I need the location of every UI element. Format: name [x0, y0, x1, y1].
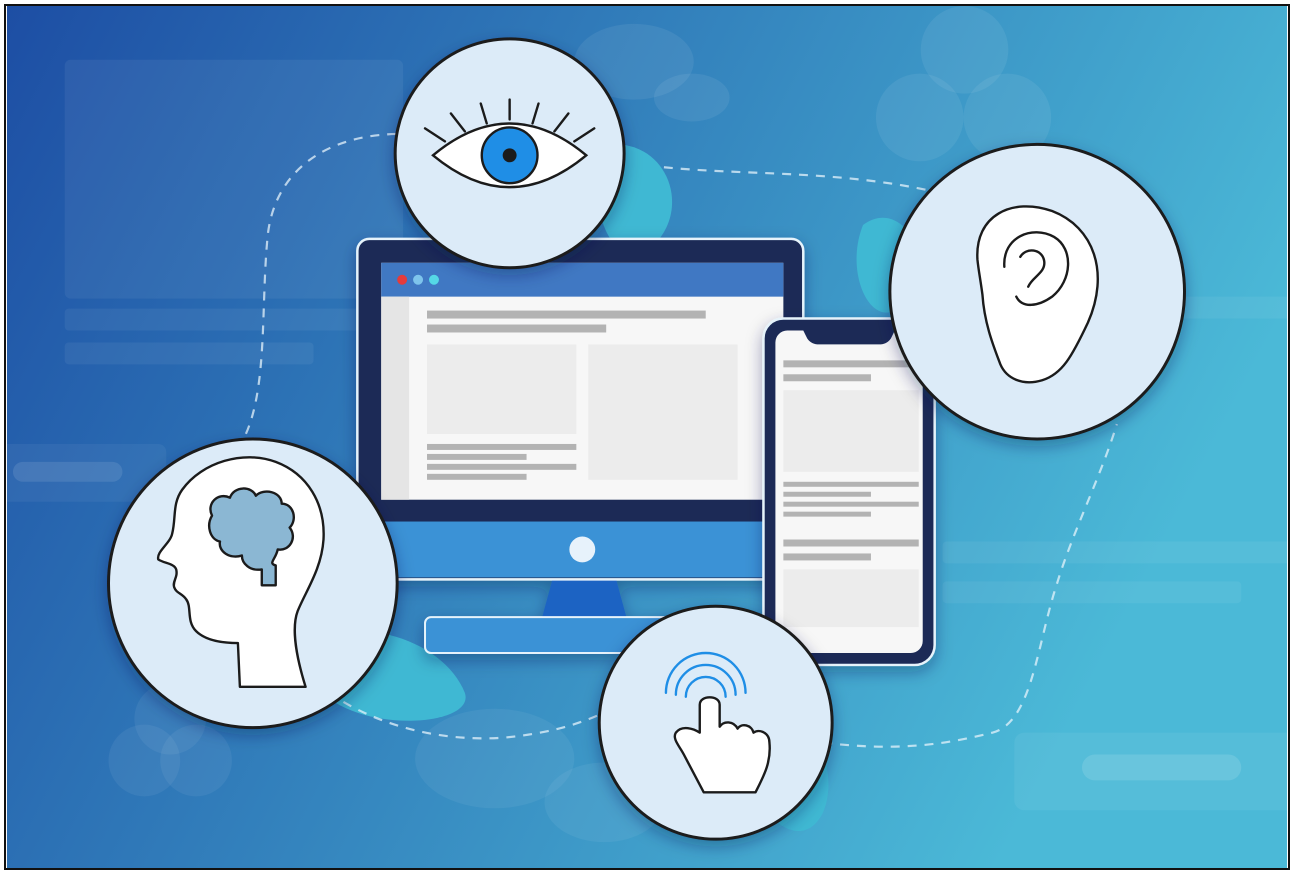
- smartphone: [762, 317, 936, 667]
- text-line: [783, 360, 919, 368]
- image-placeholder: [783, 569, 919, 628]
- text-line: [427, 310, 706, 319]
- text-line: [783, 481, 919, 487]
- browser-titlebar: [381, 262, 784, 297]
- text-line: [783, 491, 871, 497]
- image-placeholder: [427, 344, 577, 435]
- monitor-power-button: [569, 536, 596, 563]
- text-line: [783, 539, 919, 547]
- accessibility-illustration: [6, 6, 1288, 868]
- text-line: [783, 553, 871, 561]
- text-line: [427, 463, 577, 470]
- text-line: [427, 443, 577, 450]
- text-line: [783, 501, 919, 507]
- window-dot-cyan: [429, 274, 439, 285]
- text-line: [427, 453, 527, 460]
- window-dot-red: [397, 274, 408, 285]
- image-placeholder: [783, 390, 919, 472]
- illustration-frame: [4, 4, 1290, 870]
- text-line: [427, 324, 607, 333]
- text-line: [427, 473, 527, 480]
- image-placeholder: [588, 344, 738, 480]
- phone-notch: [803, 330, 895, 345]
- text-line: [783, 374, 871, 382]
- window-dot-blue: [413, 274, 424, 285]
- text-line: [783, 511, 871, 517]
